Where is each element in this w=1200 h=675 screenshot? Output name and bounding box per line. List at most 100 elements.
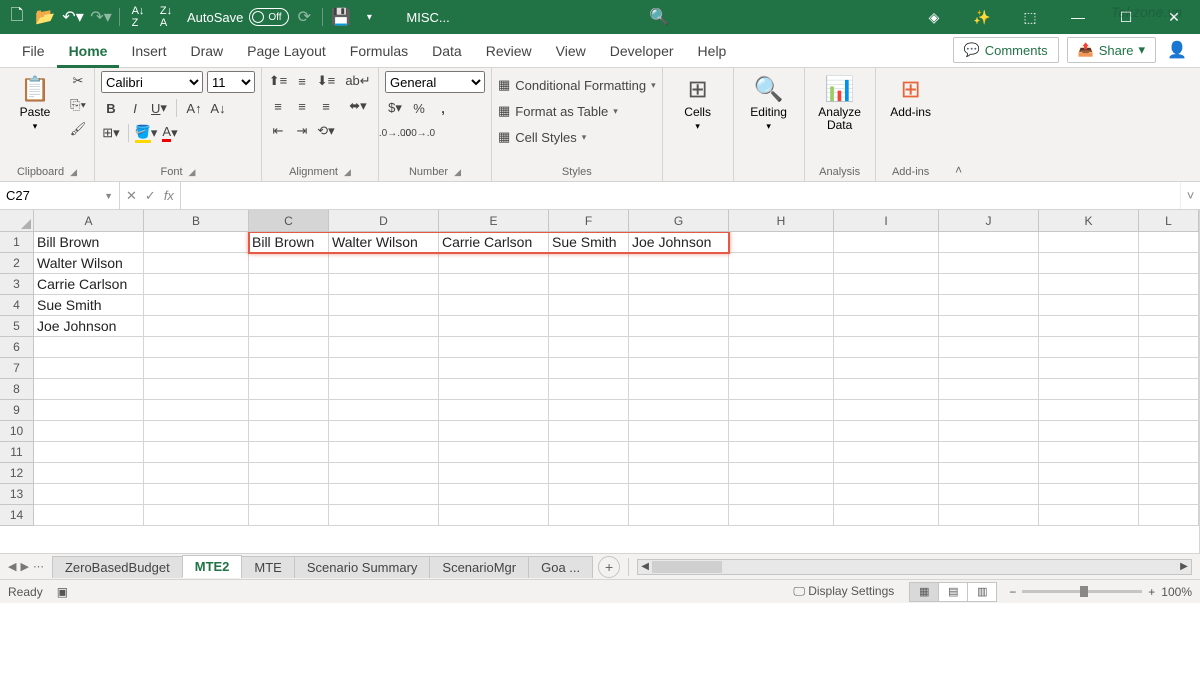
cell[interactable]: Carrie Carlson [439,232,549,253]
zoom-out-button[interactable]: − [1009,585,1016,599]
cell[interactable] [629,400,729,421]
cell[interactable] [249,295,329,316]
row-header[interactable]: 5 [0,316,34,337]
cell[interactable] [1139,484,1199,505]
cell[interactable] [1039,253,1139,274]
comments-button[interactable]: 💬 Comments [953,37,1059,63]
tab-page-layout[interactable]: Page Layout [235,37,338,67]
refresh-icon[interactable]: ⟳ [291,4,317,30]
select-all-corner[interactable] [0,210,34,232]
cell[interactable] [939,400,1039,421]
cell[interactable] [249,463,329,484]
row-header[interactable]: 4 [0,295,34,316]
undo-icon[interactable]: ↶▾ [60,4,86,30]
cell[interactable] [549,379,629,400]
cell[interactable] [249,316,329,337]
cell[interactable] [144,442,249,463]
cell[interactable] [329,505,439,526]
align-bottom-icon[interactable]: ⬇≡ [316,71,336,91]
cell[interactable] [1139,379,1199,400]
align-left-icon[interactable]: ≡ [268,96,288,116]
cell[interactable] [1139,400,1199,421]
cell[interactable] [629,463,729,484]
cell[interactable] [834,442,939,463]
fill-color-button[interactable]: 🪣▾ [136,123,156,143]
cell[interactable] [329,379,439,400]
copy-icon[interactable]: ⎘▾ [68,95,88,115]
cell[interactable] [144,484,249,505]
cell-styles-button[interactable]: ▦ Cell Styles [498,127,586,147]
cell[interactable] [439,505,549,526]
cell[interactable] [34,421,144,442]
cell[interactable] [549,358,629,379]
analyze-data-button[interactable]: 📊Analyze Data [811,71,869,132]
cell[interactable] [249,505,329,526]
cell[interactable] [439,316,549,337]
cell[interactable] [34,337,144,358]
align-middle-icon[interactable]: ≡ [292,71,312,91]
column-header[interactable]: K [1039,210,1139,232]
cell[interactable]: Carrie Carlson [34,274,144,295]
cell[interactable] [729,274,834,295]
align-center-icon[interactable]: ≡ [292,96,312,116]
cancel-formula-icon[interactable]: ✕ [126,188,137,204]
cell[interactable] [729,421,834,442]
column-header[interactable]: J [939,210,1039,232]
orientation-icon[interactable]: ⟲▾ [316,121,336,141]
cell[interactable] [834,505,939,526]
cell[interactable] [249,379,329,400]
cell[interactable] [329,274,439,295]
cell[interactable] [1139,358,1199,379]
cell[interactable] [439,421,549,442]
cell[interactable] [144,379,249,400]
cell[interactable] [249,484,329,505]
cell[interactable] [1139,274,1199,295]
addins-button[interactable]: ⊞Add-ins [882,71,940,119]
cell[interactable] [834,232,939,253]
row-header[interactable]: 10 [0,421,34,442]
cell[interactable] [939,274,1039,295]
cell[interactable] [729,316,834,337]
name-box[interactable]: C27▼ [0,182,120,209]
cell[interactable] [939,337,1039,358]
number-launcher-icon[interactable]: ◢ [454,167,461,178]
cell[interactable] [439,295,549,316]
italic-button[interactable]: I [125,98,145,118]
cell[interactable] [729,442,834,463]
tab-insert[interactable]: Insert [119,37,178,67]
wrap-text-icon[interactable]: ab↵ [344,71,372,91]
font-launcher-icon[interactable]: ◢ [189,167,196,178]
cell[interactable] [549,484,629,505]
increase-indent-icon[interactable]: ⇥ [292,121,312,141]
cell[interactable] [1039,358,1139,379]
cell[interactable]: Bill Brown [34,232,144,253]
cell[interactable] [939,442,1039,463]
cell[interactable] [34,463,144,484]
open-file-icon[interactable]: 📂 [32,4,58,30]
cell[interactable] [1039,232,1139,253]
column-header[interactable]: A [34,210,144,232]
cell[interactable] [439,337,549,358]
cell[interactable] [1039,274,1139,295]
cell[interactable] [939,463,1039,484]
cell[interactable] [939,379,1039,400]
cell[interactable]: Sue Smith [34,295,144,316]
tab-draw[interactable]: Draw [178,37,235,67]
row-header[interactable]: 2 [0,253,34,274]
tab-help[interactable]: Help [686,37,739,67]
align-top-icon[interactable]: ⬆≡ [268,71,288,91]
cut-icon[interactable]: ✂ [68,71,88,91]
cell[interactable] [144,358,249,379]
cells-button[interactable]: ⊞Cells▾ [669,71,727,132]
cell[interactable] [439,379,549,400]
cell[interactable] [729,463,834,484]
tab-view[interactable]: View [544,37,598,67]
cell[interactable] [629,484,729,505]
cell[interactable] [729,295,834,316]
cell[interactable] [144,421,249,442]
font-size-combo[interactable]: 11 [207,71,255,93]
view-page-layout-button[interactable]: ▤ [938,582,968,602]
cell[interactable] [329,484,439,505]
cell[interactable] [549,442,629,463]
cell[interactable] [329,316,439,337]
